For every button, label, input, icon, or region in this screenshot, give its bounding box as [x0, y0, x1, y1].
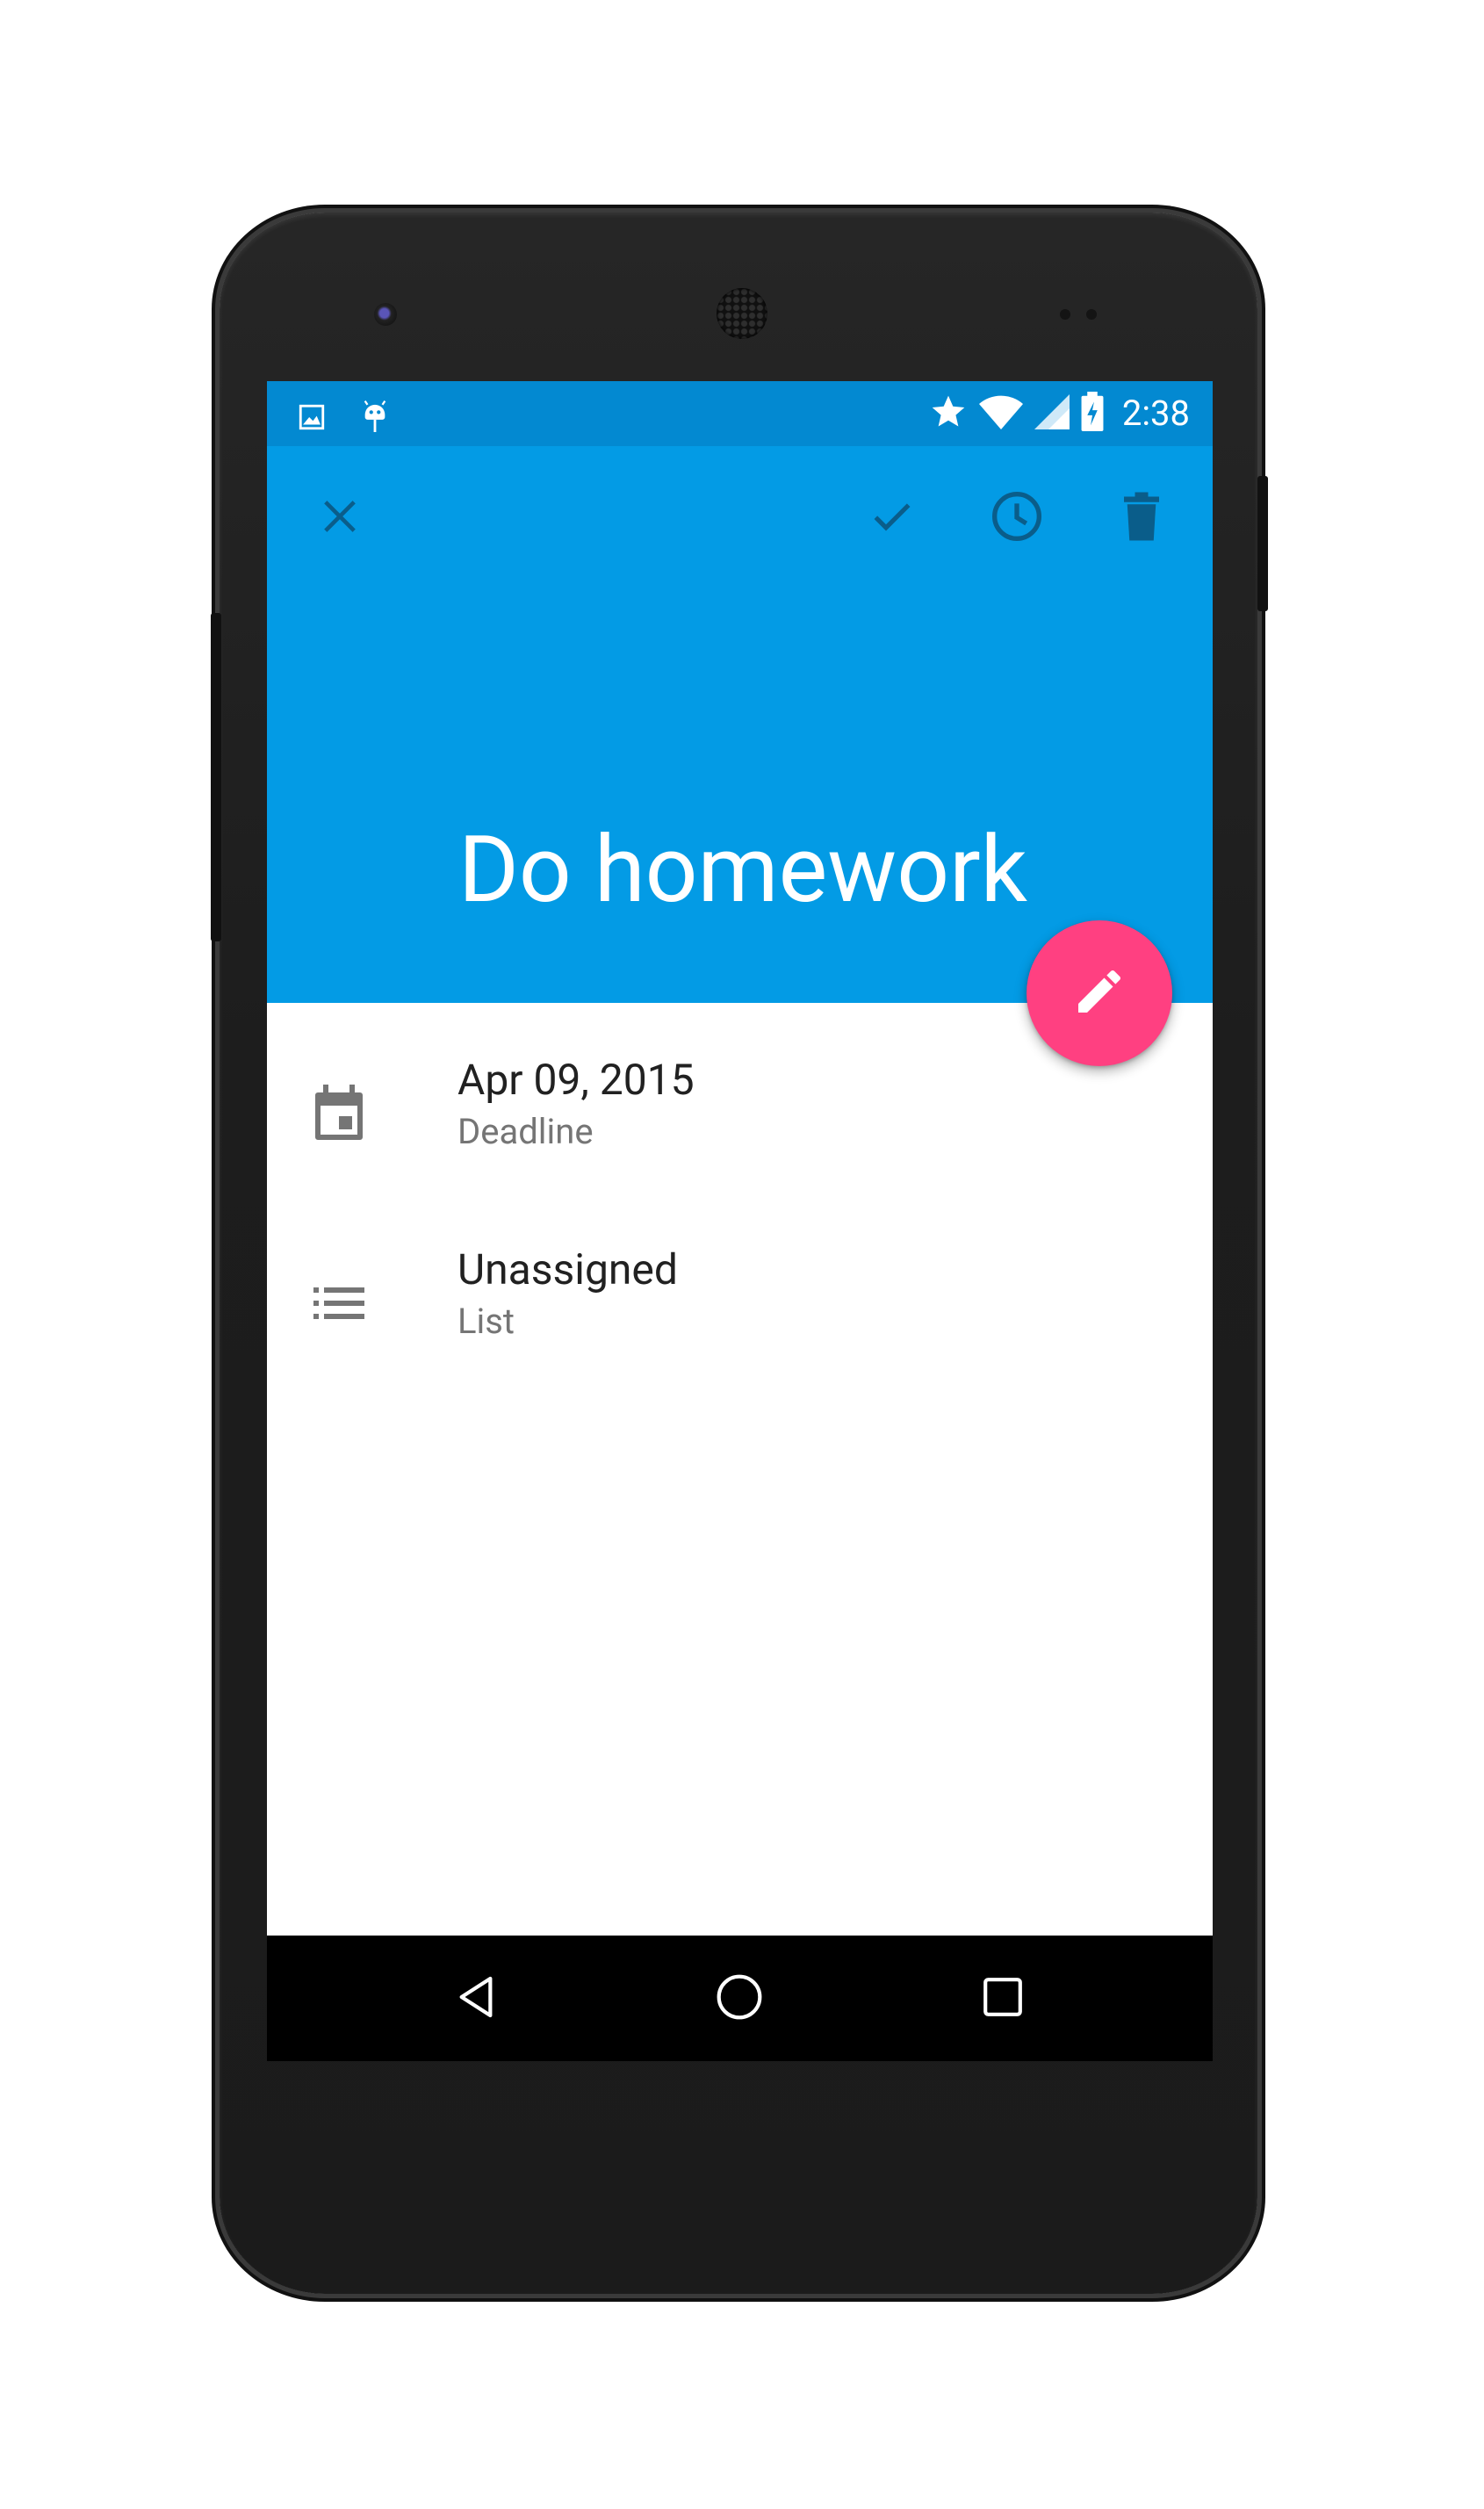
task-title: Do homework: [458, 816, 1027, 924]
list-value: Unassigned: [457, 1244, 678, 1294]
close-icon: [318, 494, 362, 542]
volume-button: [211, 613, 221, 941]
home-button[interactable]: [694, 1953, 785, 2044]
wifi-icon: [978, 393, 1024, 435]
status-time: 2:38: [1121, 393, 1190, 434]
list-row[interactable]: Unassigned List: [267, 1242, 1213, 1373]
deadline-label: Deadline: [457, 1111, 594, 1152]
delete-button[interactable]: [1099, 476, 1184, 560]
list-label: List: [457, 1301, 515, 1342]
deadline-value: Apr 09, 2015: [457, 1055, 695, 1105]
check-icon: [868, 492, 917, 544]
earpiece-speaker: [717, 288, 767, 339]
mark-done-button[interactable]: [850, 476, 934, 560]
close-button[interactable]: [298, 476, 382, 560]
home-icon: [715, 1972, 764, 2025]
back-icon: [451, 1972, 501, 2025]
app-bar: Do homework: [267, 446, 1213, 1003]
calendar-icon: [304, 1078, 374, 1149]
status-bar: 2:38: [267, 381, 1213, 446]
recents-button[interactable]: [957, 1953, 1048, 2044]
list-icon: [304, 1268, 374, 1338]
battery-charging-icon: [1080, 392, 1105, 436]
android-debug-icon: [360, 397, 390, 441]
proximity-sensor: [1060, 309, 1070, 320]
star-icon: [929, 393, 968, 435]
deadline-row[interactable]: Apr 09, 2015 Deadline: [267, 1052, 1213, 1184]
navigation-bar: [267, 1936, 1213, 2061]
trash-icon: [1119, 490, 1164, 546]
pencil-icon: [1071, 963, 1127, 1023]
snooze-button[interactable]: [975, 476, 1059, 560]
phone-frame: 2:38 Do homework Apr 09, 2015 Deadline U…: [211, 213, 1268, 2294]
power-button: [1257, 476, 1268, 611]
cell-signal-icon: [1034, 394, 1070, 433]
recents-icon: [981, 1975, 1025, 2022]
image-notification-icon: [297, 402, 327, 436]
clock-icon: [989, 488, 1045, 548]
edit-fab[interactable]: [1027, 920, 1172, 1066]
light-sensor: [1086, 309, 1097, 320]
front-camera: [374, 303, 397, 326]
back-button[interactable]: [430, 1953, 522, 2044]
screen: 2:38 Do homework Apr 09, 2015 Deadline U…: [267, 381, 1213, 2061]
